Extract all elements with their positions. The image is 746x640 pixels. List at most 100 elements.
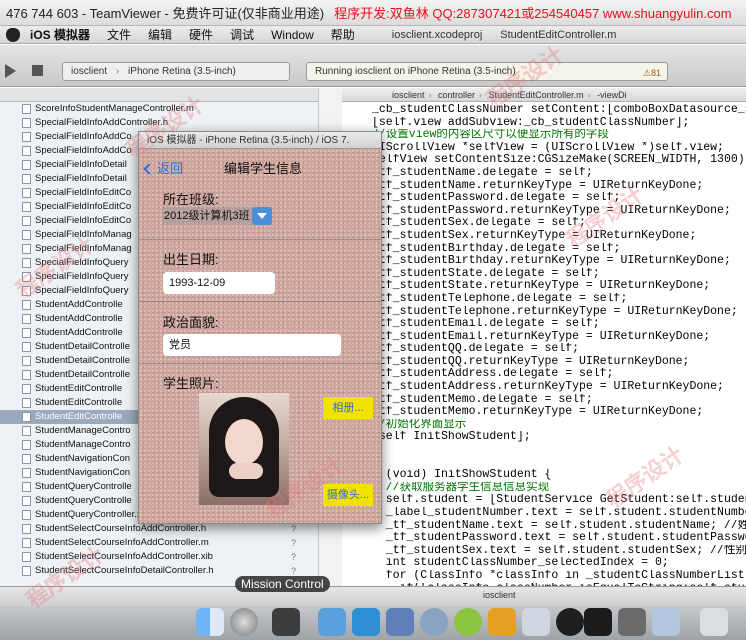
app-store-icon[interactable]	[318, 608, 346, 636]
file-name: SpecialFieldInfoAddController.h	[35, 117, 169, 128]
code-line: [self.view addSubview:_cb_studentClassNu…	[372, 116, 690, 129]
menu-edit[interactable]: 编辑	[148, 26, 172, 43]
file-item[interactable]: StudentSelectCourseInfoAddController.m?	[0, 536, 318, 550]
file-icon	[22, 482, 31, 492]
apple-icon[interactable]	[6, 27, 20, 42]
file-name: StudentQueryController.xib	[35, 509, 150, 520]
camera-button[interactable]: 摄像头...	[323, 484, 373, 506]
mission-control-icon[interactable]	[272, 608, 300, 636]
code-line: _tf_studentAddress.returnKeyType = UIRet…	[372, 381, 724, 394]
file-name: StudentQueryControlle	[35, 495, 132, 506]
debug-bar: iosclient	[0, 586, 746, 606]
stop-icon[interactable]	[32, 65, 43, 76]
menu-debug[interactable]: 调试	[230, 26, 254, 43]
code-line: _tf_studentTelephone.returnKeyType = UIR…	[372, 305, 738, 318]
file-item[interactable]: SpecialFieldInfoAddController.h	[0, 116, 318, 130]
file-icon	[22, 132, 31, 142]
photo-label: 学生照片:	[163, 376, 219, 391]
mac-dock	[0, 606, 746, 640]
code-line: _tf_studentPassword.text = self.student.…	[372, 532, 746, 545]
code-line: _tf_studentSex.text = self.student.stude…	[372, 544, 746, 557]
politics-field[interactable]: 党员	[163, 334, 341, 356]
file-icon	[22, 118, 31, 128]
code-line: _cb_studentClassNumber setContent:[combo…	[372, 104, 746, 116]
file-item[interactable]: StudentSelectCourseInfoAddController.h?	[0, 522, 318, 536]
file-icon	[22, 454, 31, 464]
code-line: _tf_studentMemo.delegate = self;	[372, 393, 593, 406]
divider	[139, 239, 381, 240]
class-label: 所在班级:	[163, 192, 219, 207]
run-icon[interactable]	[5, 64, 16, 78]
simulator-title: iOS 模拟器 - iPhone Retina (3.5-inch) / iOS…	[139, 132, 381, 149]
file-icon	[22, 356, 31, 366]
scheme-device: iPhone Retina (3.5-inch)	[128, 66, 236, 77]
file-name: StudentEditControlle	[35, 411, 123, 422]
editor-file-tab[interactable]: StudentEditController.m	[500, 29, 616, 41]
bike-icon[interactable]	[522, 608, 550, 636]
file-icon	[22, 566, 31, 576]
green-app-icon[interactable]	[454, 608, 482, 636]
file-name: SpecialFieldInfoEditCo	[35, 187, 132, 198]
file-item[interactable]: StudentSelectCourseInfoAddController.xib…	[0, 550, 318, 564]
dropdown-arrow-icon[interactable]	[252, 207, 272, 225]
warning-badge[interactable]: ⚠81	[643, 65, 661, 80]
jump-bar-item[interactable]: controller	[438, 90, 475, 100]
code-editor[interactable]: iosclient › controller › StudentEditContro…	[342, 88, 746, 586]
file-icon	[22, 230, 31, 240]
menu-window[interactable]: Window	[271, 28, 314, 42]
activity-monitor-icon[interactable]	[584, 608, 612, 636]
finder-icon[interactable]	[196, 608, 224, 636]
trash-icon[interactable]	[700, 608, 728, 636]
project-file-tab[interactable]: iosclient.xcodeproj	[392, 29, 483, 41]
code-line: _tf_studentName.returnKeyType = UIReturn…	[372, 179, 704, 192]
code-line: - (void) InitShowStudent {	[372, 469, 552, 482]
scheme-selector[interactable]: iosclient › iPhone Retina (3.5-inch)	[62, 62, 290, 81]
preview-icon[interactable]	[652, 608, 680, 636]
jump-bar-item[interactable]: -viewDi	[597, 90, 627, 100]
file-item[interactable]: ScoreInfoStudentManageController.m	[0, 102, 318, 116]
menu-hardware[interactable]: 硬件	[189, 26, 213, 43]
mail-icon[interactable]	[420, 608, 448, 636]
navigation-bar: 返回 编辑学生信息	[139, 149, 381, 183]
qq-icon[interactable]	[556, 608, 584, 636]
file-name: StudentManageContro	[35, 439, 131, 450]
code-line: _tf_studentBirthday.returnKeyType = UIRe…	[372, 255, 731, 268]
file-name: StudentEditControlle	[35, 383, 123, 394]
xcode-icon[interactable]	[386, 608, 414, 636]
file-icon	[22, 174, 31, 184]
file-icon	[22, 552, 31, 562]
birthday-field[interactable]: 1993-12-09	[163, 272, 275, 294]
file-icon	[22, 426, 31, 436]
code-text[interactable]: _cb_studentClassNumber setContent:[combo…	[342, 102, 746, 586]
menu-app-name[interactable]: iOS 模拟器	[30, 26, 90, 43]
code-line: _tf_studentState.returnKeyType = UIRetur…	[372, 280, 711, 293]
safari-icon[interactable]	[352, 608, 380, 636]
back-button[interactable]: 返回	[143, 158, 183, 177]
file-icon	[22, 538, 31, 548]
debug-target[interactable]: iosclient	[483, 590, 516, 600]
launchpad-icon[interactable]	[230, 608, 258, 636]
file-icon	[22, 440, 31, 450]
file-name: SpecialFieldInfoAddCo	[35, 145, 132, 156]
jump-bar-item[interactable]: iosclient	[392, 90, 425, 100]
class-combo-box[interactable]: 2012级计算机3班	[162, 207, 272, 225]
code-line: _tf_studentName.delegate = self;	[372, 166, 593, 179]
menu-help[interactable]: 帮助	[331, 26, 355, 43]
code-line: [self InitShowStudent];	[372, 431, 531, 444]
warning-count: 81	[650, 68, 661, 78]
file-name: StudentManageContro	[35, 425, 131, 436]
menu-file[interactable]: 文件	[107, 26, 131, 43]
file-name: StudentSelectCourseInfoDetailController.…	[35, 565, 214, 576]
file-name: StudentAddControlle	[35, 299, 123, 310]
file-icon	[22, 104, 31, 114]
file-name: SpecialFieldInfoDetail	[35, 173, 127, 184]
jump-bar-item[interactable]: StudentEditController.m	[489, 90, 584, 100]
dock-tooltip: Mission Control	[235, 576, 330, 592]
file-name: SpecialFieldInfoDetail	[35, 159, 127, 170]
terminal-icon[interactable]	[618, 608, 646, 636]
code-line: _tf_studentPassword.returnKeyType = UIRe…	[372, 204, 731, 217]
file-icon	[22, 398, 31, 408]
sync-icon[interactable]	[488, 608, 516, 636]
file-icon	[22, 272, 31, 282]
album-button[interactable]: 相册...	[323, 397, 373, 419]
